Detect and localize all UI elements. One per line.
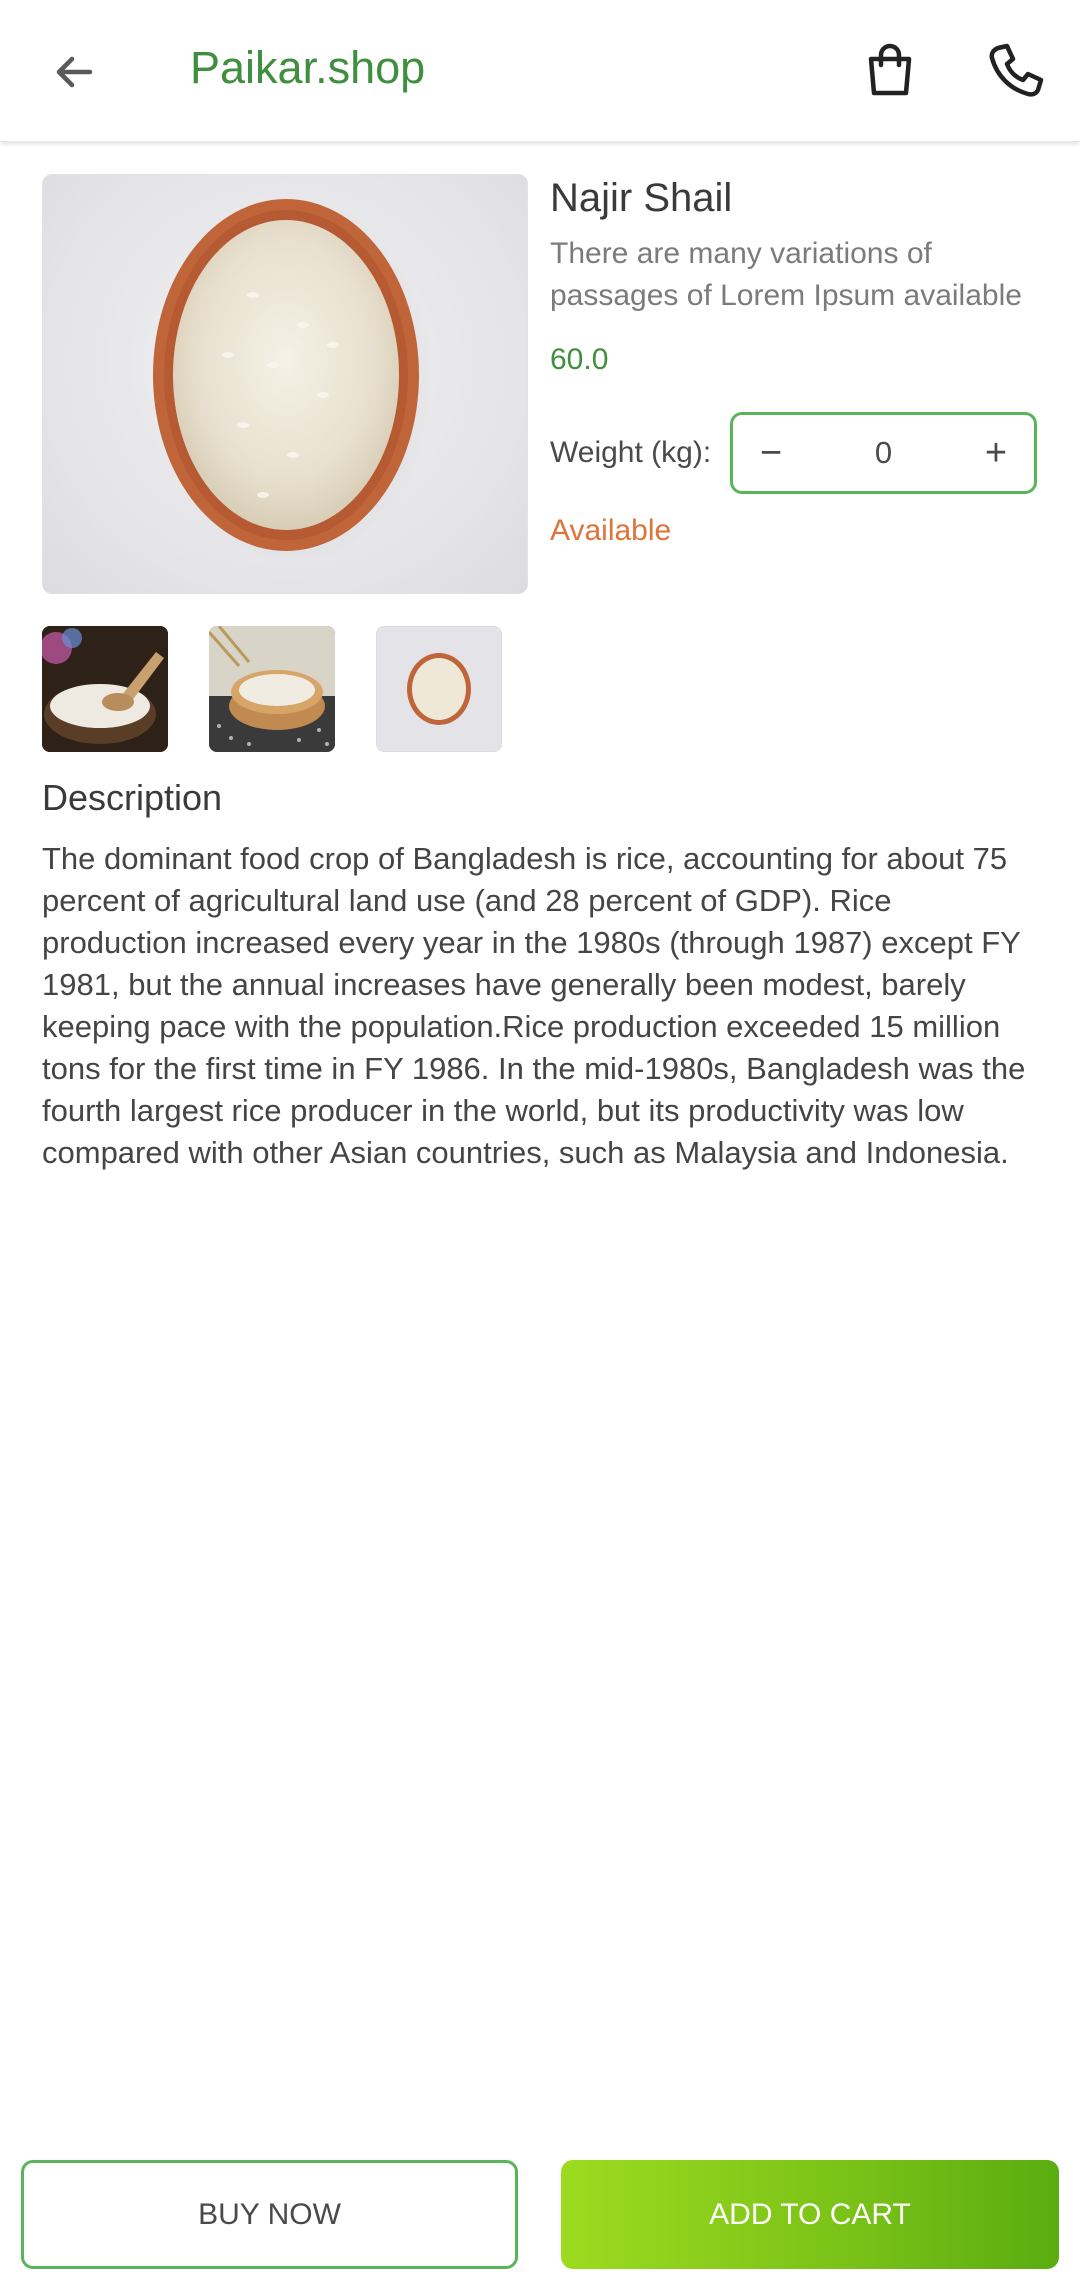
product-price: 60.0 [550, 343, 609, 376]
increment-button[interactable]: + [958, 415, 1034, 491]
add-to-cart-button[interactable]: ADD TO CART [561, 2160, 1059, 2269]
rice-scoop-image [42, 626, 168, 752]
product-name: Najir Shail [550, 176, 733, 220]
weight-label: Weight (kg): [550, 436, 712, 469]
app-bar: Paikar.shop [0, 0, 1080, 142]
cart-button[interactable] [850, 30, 930, 110]
product-subtitle: There are many variations of passages of… [550, 237, 1022, 312]
app-title: Paikar.shop [190, 42, 426, 93]
shopping-bag-icon [868, 43, 912, 96]
rice-bowl-thumbnail-image [377, 627, 501, 751]
description-body: The dominant food crop of Bangladesh is … [42, 841, 1026, 1170]
availability-status: Available [550, 514, 672, 547]
buy-now-button[interactable]: BUY NOW [21, 2160, 518, 2269]
back-button[interactable] [36, 34, 112, 110]
product-thumbnail-3[interactable] [376, 626, 502, 752]
product-thumbnail-2[interactable] [209, 626, 335, 752]
phone-icon [989, 43, 1044, 97]
weight-quantity[interactable]: 0 [809, 435, 958, 471]
weight-stepper: − 0 + [730, 412, 1037, 494]
rice-wooden-bowl-image [209, 626, 335, 752]
description-title: Description [42, 777, 223, 818]
call-button[interactable] [976, 30, 1056, 110]
product-main-image [42, 174, 528, 594]
product-thumbnail-1[interactable] [42, 626, 168, 752]
arrow-left-icon [56, 56, 93, 88]
rice-bowl-image [153, 195, 433, 565]
decrement-button[interactable]: − [733, 415, 809, 491]
